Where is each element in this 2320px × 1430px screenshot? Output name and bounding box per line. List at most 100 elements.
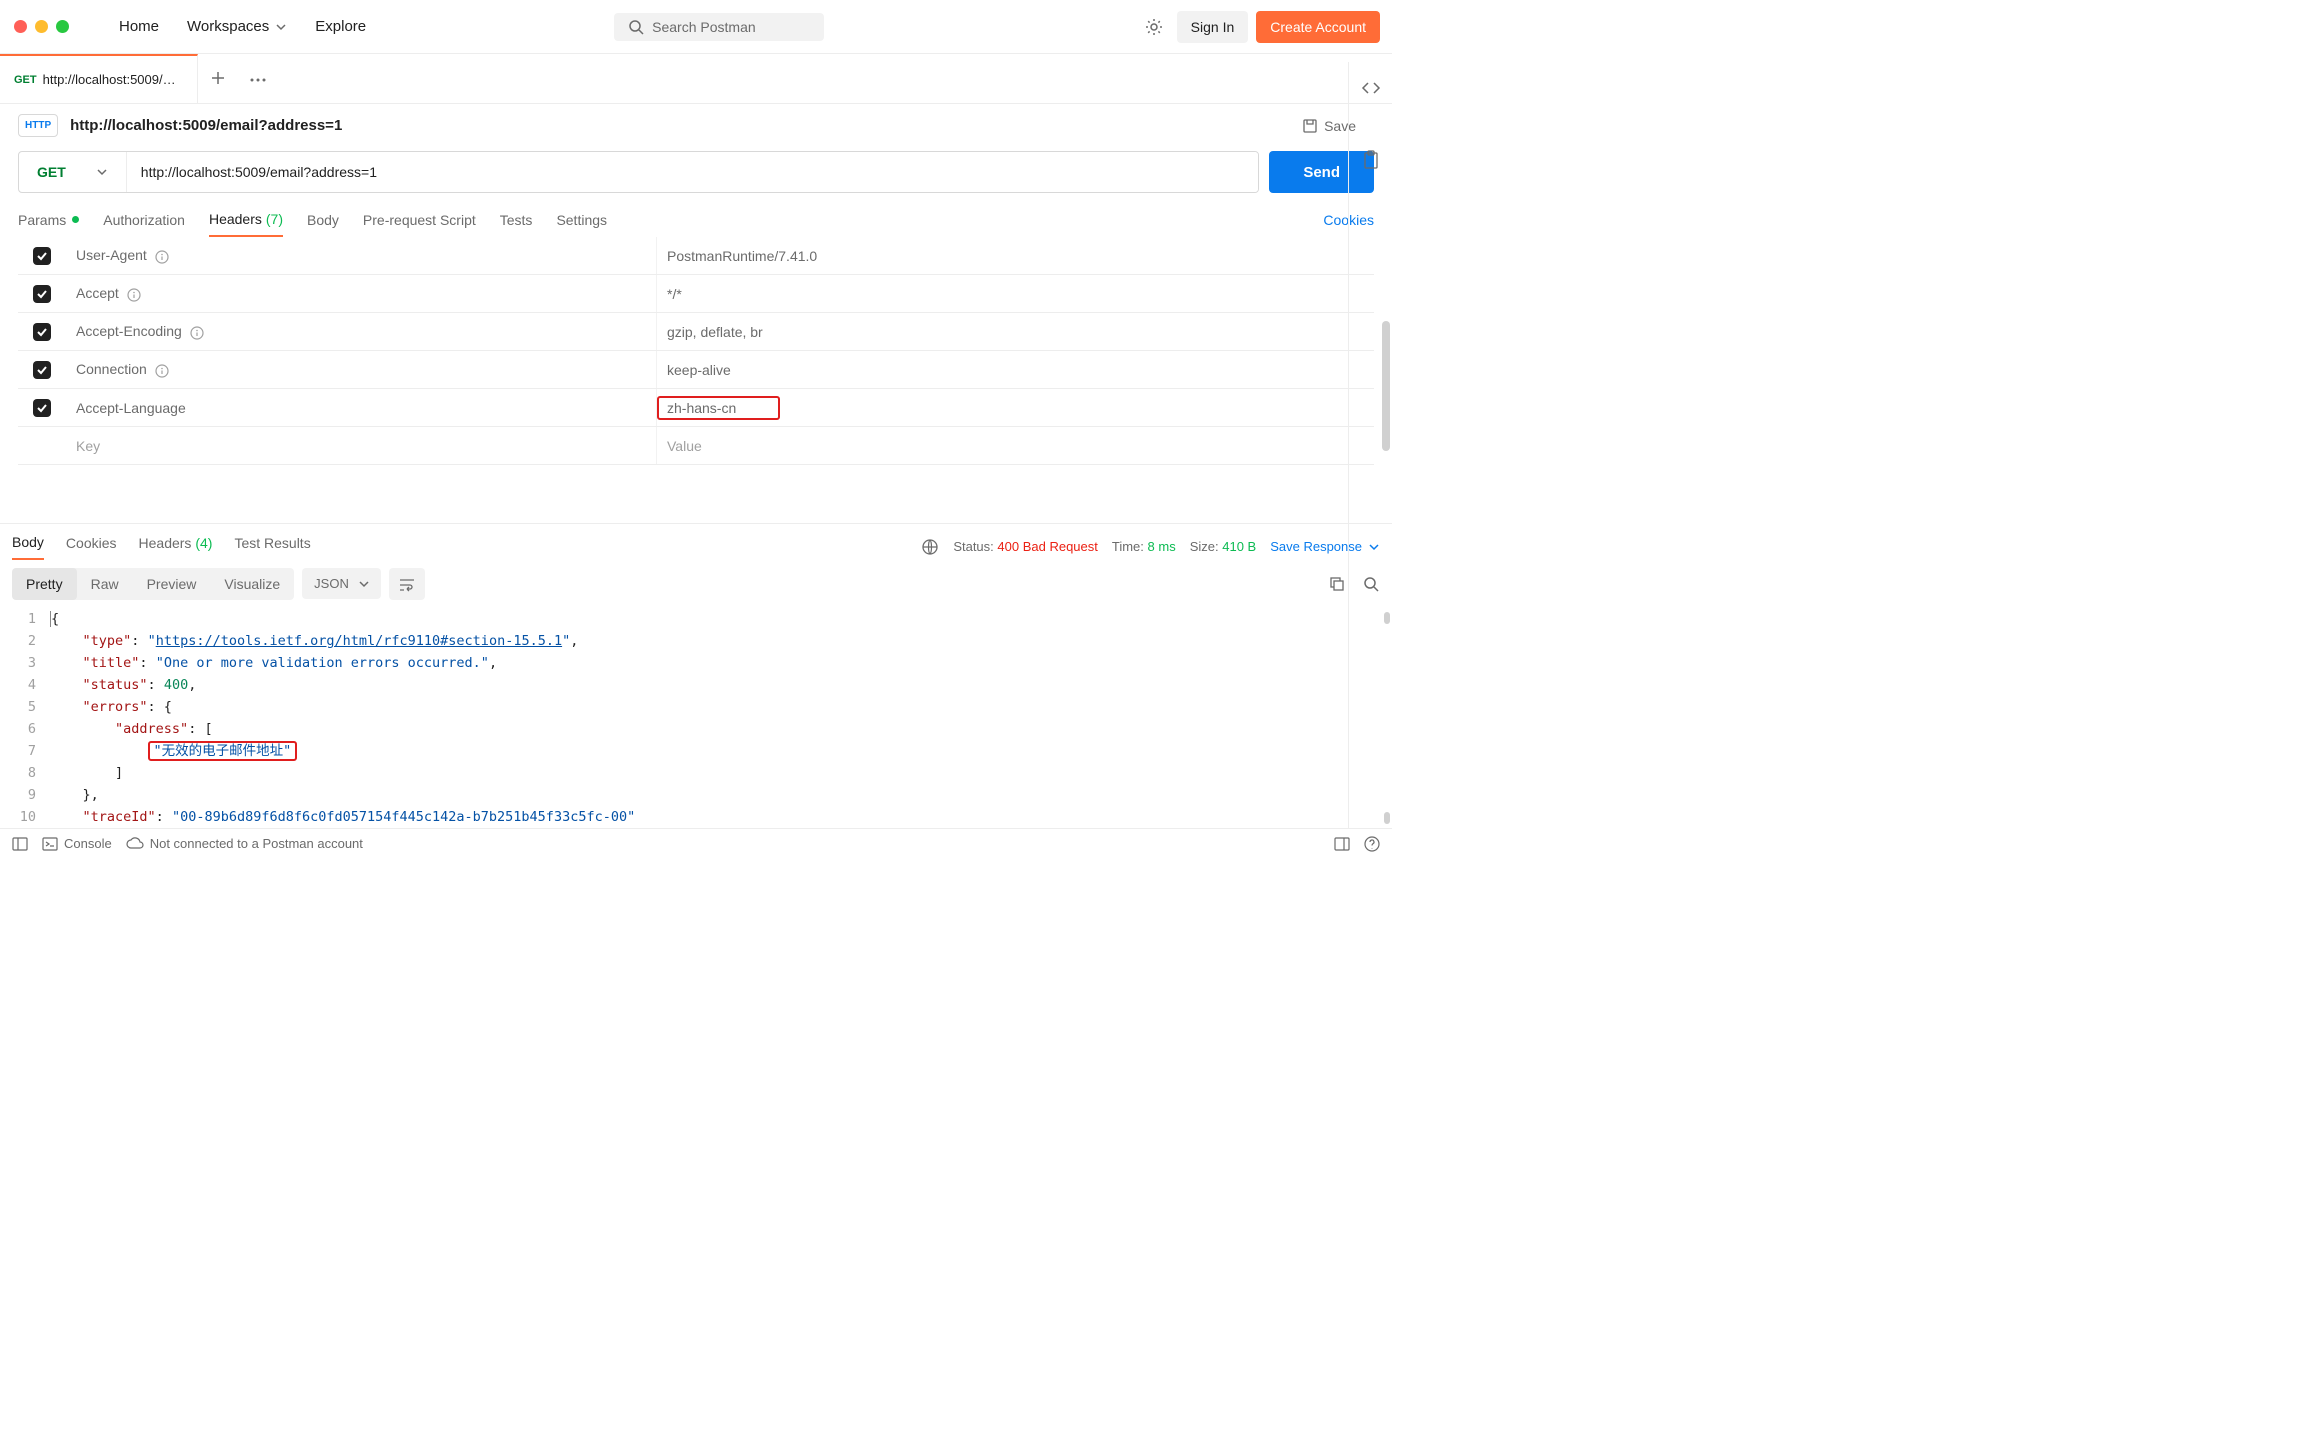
header-key-cell[interactable]: User-Agent <box>66 247 656 263</box>
save-icon <box>1302 118 1318 134</box>
headers-count: (7) <box>266 211 283 227</box>
resp-tab-body[interactable]: Body <box>12 534 44 560</box>
tab-params[interactable]: Params <box>18 212 79 236</box>
info-icon[interactable] <box>190 323 204 339</box>
error-message-highlighted: "无效的电子邮件地址" <box>148 741 298 761</box>
url-input[interactable] <box>127 152 1259 192</box>
checkbox[interactable] <box>33 323 51 341</box>
resp-headers-count: (4) <box>195 535 212 551</box>
code-line: 3 "title": "One or more validation error… <box>12 652 1380 674</box>
code-line: 1{ <box>12 608 1380 630</box>
close-window-button[interactable] <box>14 20 27 33</box>
table-row: Accept */* <box>18 275 1374 313</box>
minimize-window-button[interactable] <box>35 20 48 33</box>
headers-table: User-Agent PostmanRuntime/7.41.0 Accept … <box>18 237 1374 465</box>
http-badge-icon: HTTP <box>18 114 58 137</box>
view-raw[interactable]: Raw <box>77 568 133 600</box>
code-line: 8 ] <box>12 762 1380 784</box>
search-icon <box>628 19 644 35</box>
header-value-cell[interactable]: keep-alive <box>656 351 1374 388</box>
info-icon[interactable] <box>155 361 169 377</box>
header-key-cell[interactable]: Accept <box>66 285 656 301</box>
sidebar-toggle-icon[interactable] <box>12 837 28 851</box>
info-icon[interactable] <box>155 247 169 263</box>
top-navbar: Home Workspaces Explore Search Postman S… <box>0 0 1392 54</box>
chevron-down-icon <box>275 21 287 33</box>
wrap-lines-button[interactable] <box>389 568 425 600</box>
globe-icon[interactable] <box>921 538 939 556</box>
header-value-cell[interactable]: zh-hans-cn <box>656 389 1374 426</box>
maximize-window-button[interactable] <box>56 20 69 33</box>
header-key-cell[interactable]: Accept-Language <box>66 400 656 416</box>
body-view-controls: Pretty Raw Preview Visualize JSON <box>0 560 1392 608</box>
checkbox[interactable] <box>33 361 51 379</box>
plus-icon <box>211 71 225 85</box>
request-tab[interactable]: GET http://localhost:5009/ema <box>0 54 198 103</box>
tab-body[interactable]: Body <box>307 212 339 236</box>
new-tab-button[interactable] <box>198 70 238 88</box>
header-value-cell[interactable]: PostmanRuntime/7.41.0 <box>656 237 1374 274</box>
nav-workspaces-label: Workspaces <box>187 18 269 35</box>
nav-home[interactable]: Home <box>109 14 169 39</box>
view-visualize[interactable]: Visualize <box>210 568 294 600</box>
status-label: Status: <box>953 539 993 554</box>
header-key-placeholder[interactable]: Key <box>66 438 656 454</box>
create-account-button[interactable]: Create Account <box>1256 11 1380 43</box>
tab-options-button[interactable] <box>238 71 278 87</box>
panel-layout-icon[interactable] <box>1334 837 1350 851</box>
copy-icon[interactable] <box>1328 575 1346 593</box>
search-placeholder: Search Postman <box>652 19 756 35</box>
resp-tab-testresults[interactable]: Test Results <box>234 535 310 559</box>
request-header: HTTP http://localhost:5009/email?address… <box>0 104 1392 141</box>
sign-in-button[interactable]: Sign In <box>1177 11 1249 43</box>
wrap-icon <box>399 578 415 592</box>
tab-authorization[interactable]: Authorization <box>103 212 185 236</box>
help-icon[interactable] <box>1364 836 1380 852</box>
info-icon[interactable] <box>127 285 141 301</box>
tab-url-label: http://localhost:5009/ema <box>43 72 183 87</box>
method-label: GET <box>37 164 66 180</box>
resp-tab-cookies[interactable]: Cookies <box>66 535 117 559</box>
settings-button[interactable] <box>1143 16 1165 38</box>
checkbox[interactable] <box>33 247 51 265</box>
params-indicator-dot <box>72 216 79 223</box>
tab-tests[interactable]: Tests <box>500 212 533 236</box>
more-icon <box>250 78 266 82</box>
request-title: http://localhost:5009/email?address=1 <box>70 117 1302 134</box>
resp-tab-headers[interactable]: Headers (4) <box>139 535 213 559</box>
search-input[interactable]: Search Postman <box>614 13 824 41</box>
view-pretty[interactable]: Pretty <box>12 568 77 600</box>
table-row-empty: Key Value <box>18 427 1374 465</box>
view-mode-group: Pretty Raw Preview Visualize <box>12 568 294 600</box>
header-value-highlighted[interactable]: zh-hans-cn <box>657 396 780 420</box>
connection-status: Not connected to a Postman account <box>126 836 363 851</box>
code-line: 4 "status": 400, <box>12 674 1380 696</box>
checkbox[interactable] <box>33 285 51 303</box>
method-select[interactable]: GET <box>19 152 127 192</box>
header-key-cell[interactable]: Connection <box>66 361 656 377</box>
format-select[interactable]: JSON <box>302 568 381 599</box>
header-key-cell[interactable]: Accept-Encoding <box>66 323 656 339</box>
nav-workspaces[interactable]: Workspaces <box>177 14 297 39</box>
tab-settings[interactable]: Settings <box>556 212 607 236</box>
right-sidebar <box>1348 62 1392 828</box>
table-row: Connection keep-alive <box>18 351 1374 389</box>
checkbox[interactable] <box>33 399 51 417</box>
console-button[interactable]: Console <box>42 836 112 851</box>
view-preview[interactable]: Preview <box>133 568 211 600</box>
response-tabs: Body Cookies Headers (4) Test Results St… <box>0 524 1392 560</box>
tab-headers[interactable]: Headers (7) <box>209 211 283 237</box>
footer-bar: Console Not connected to a Postman accou… <box>0 828 1392 858</box>
code-icon[interactable] <box>1361 78 1381 98</box>
header-value-cell[interactable]: */* <box>656 275 1374 312</box>
tab-prerequest[interactable]: Pre-request Script <box>363 212 476 236</box>
gear-icon <box>1144 17 1164 37</box>
clipboard-icon[interactable] <box>1362 150 1380 170</box>
code-line: 7 "无效的电子邮件地址" <box>12 740 1380 762</box>
time-value: 8 ms <box>1148 539 1176 554</box>
header-value-cell[interactable]: gzip, deflate, br <box>656 313 1374 350</box>
tab-bar: GET http://localhost:5009/ema <box>0 54 1392 104</box>
nav-explore[interactable]: Explore <box>305 14 376 39</box>
header-value-placeholder[interactable]: Value <box>656 427 1374 464</box>
table-row: Accept-Language zh-hans-cn <box>18 389 1374 427</box>
